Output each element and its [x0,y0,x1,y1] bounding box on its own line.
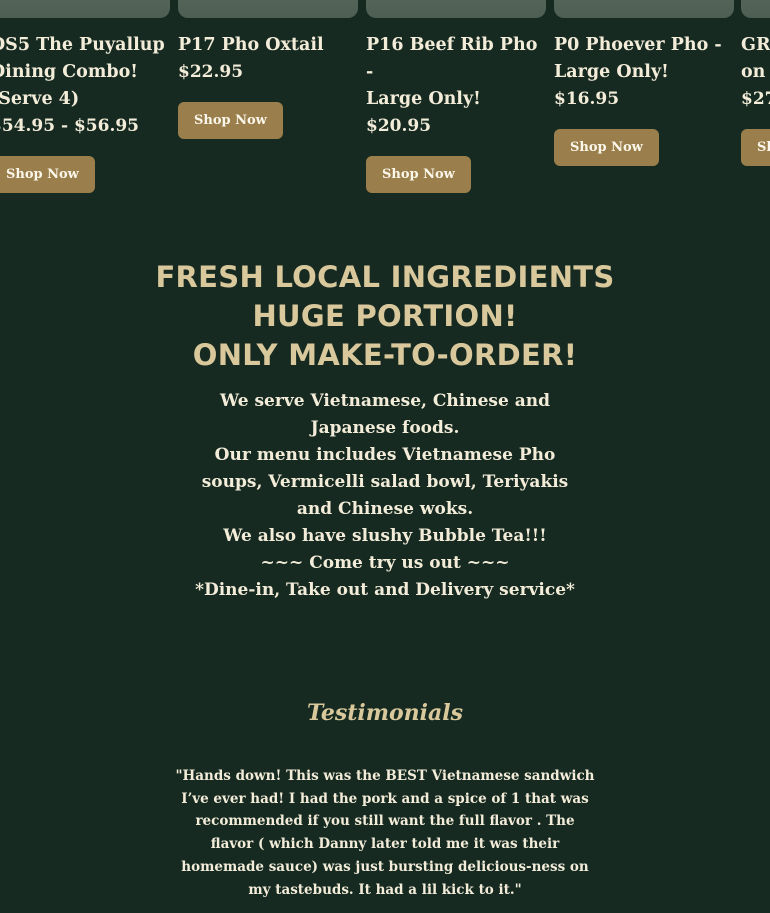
product-carousel: DS5 The Puyallup Dining Combo! (Serve 4)… [0,0,770,220]
product-price: $20.95 [366,116,432,136]
headline-line: FRESH LOCAL INGREDIENTS [155,260,615,294]
shop-now-button[interactable]: Shop Now [554,129,659,166]
intro-paragraph: We also have slushy Bubble Tea!!! [223,526,547,546]
shop-now-button[interactable]: Shop Now [0,156,95,193]
product-name[interactable]: GR1 ... on t... [741,32,770,86]
product-price: $16.95 [554,89,620,109]
product-price: $27... [741,89,770,109]
product-card[interactable]: DS5 The Puyallup Dining Combo! (Serve 4)… [0,0,170,193]
intro-paragraph: ~~~ Come try us out ~~~ [260,553,510,573]
product-image[interactable] [554,0,734,18]
product-card[interactable]: GR1 ... on t... $27... Shop Now [741,0,770,166]
shop-now-button[interactable]: Shop Now [178,102,283,139]
intro-paragraph: Our menu includes Vietnamese Pho soups, … [201,445,569,519]
shop-now-button[interactable]: Shop Now [366,156,471,193]
headline-line: HUGE PORTION! [252,299,518,333]
intro-paragraph: *Dine-in, Take out and Delivery service* [195,580,575,600]
product-price: $54.95 - $56.95 [0,116,140,136]
product-price: $22.95 [178,62,244,82]
testimonial-quote: "Hands down! This was the BEST Vietnames… [175,768,595,898]
intro-paragraph: We serve Vietnamese, Chinese and Japanes… [220,391,550,438]
shop-now-button[interactable]: Shop Now [741,129,770,166]
product-image[interactable] [178,0,358,18]
intro-text: We serve Vietnamese, Chinese and Japanes… [185,388,585,604]
testimonials-heading: Testimonials [306,700,464,726]
product-card[interactable]: P0 Phoever Pho - Large Only! $16.95 Shop… [554,0,734,166]
promo-headline: FRESH LOCAL INGREDIENTS HUGE PORTION! ON… [0,258,770,375]
product-card[interactable]: P17 Pho Oxtail $22.95 Shop Now [178,0,358,139]
product-image[interactable] [0,0,170,18]
product-name[interactable]: P16 Beef Rib Pho - Large Only! [366,32,546,113]
product-card[interactable]: P16 Beef Rib Pho - Large Only! $20.95 Sh… [366,0,546,193]
headline-line: ONLY MAKE-TO-ORDER! [192,338,578,372]
product-image[interactable] [741,0,770,18]
product-name[interactable]: P17 Pho Oxtail [178,32,358,59]
product-image[interactable] [366,0,546,18]
product-name[interactable]: DS5 The Puyallup Dining Combo! (Serve 4) [0,32,170,113]
product-name[interactable]: P0 Phoever Pho - Large Only! [554,32,734,86]
